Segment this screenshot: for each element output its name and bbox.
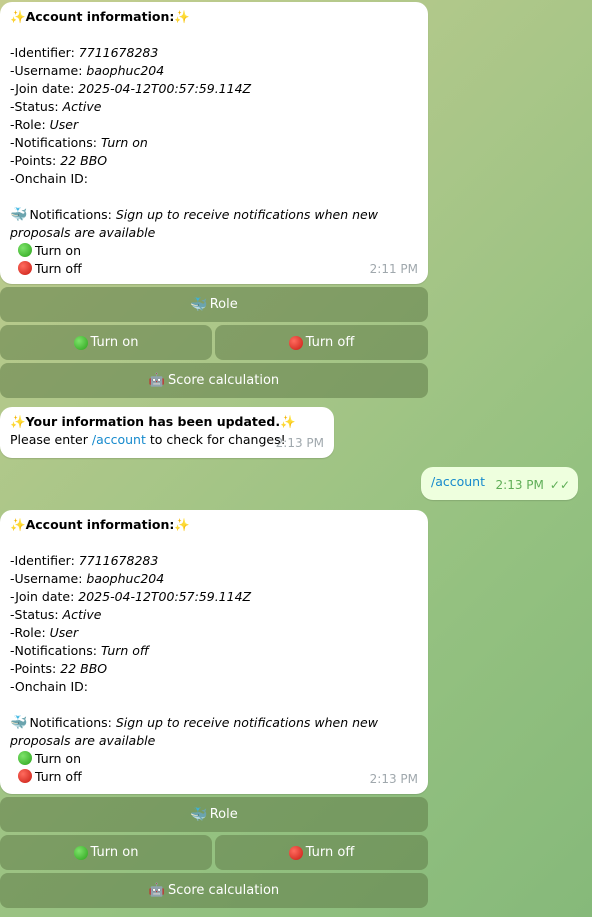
message-title: ✨Account information:✨ <box>10 9 190 24</box>
green-circle-icon <box>17 243 32 257</box>
message-time: 2:13 PM ✓✓ <box>495 478 570 492</box>
whale-icon: 🐳 <box>10 715 28 731</box>
notification-prompt: 🐳 Notifications: Sign up to receive notif… <box>10 207 382 240</box>
join-date-line: -Join date: 2025-04-12T00:57:59.114Z <box>10 589 252 604</box>
points-line: -Points: 22 BBO <box>10 661 108 676</box>
role-button[interactable]: 🐳 Role <box>0 287 428 322</box>
message-account-info-2: ✨Account information:✨ -Identifier: 7711… <box>0 510 428 794</box>
message-time: 2:11 PM <box>369 262 418 276</box>
identifier-line: -Identifier: 7711678283 <box>10 45 159 60</box>
status-line: -Status: Active <box>10 99 102 114</box>
red-circle-icon <box>288 845 303 860</box>
turn-off-button[interactable]: Turn off <box>215 325 428 360</box>
role-line: -Role: User <box>10 117 79 132</box>
whale-icon: 🐳 <box>10 207 28 223</box>
onchain-line: -Onchain ID: <box>10 679 88 694</box>
option-turn-off: Turn off <box>10 768 418 786</box>
turn-off-button[interactable]: Turn off <box>215 835 428 870</box>
red-circle-icon <box>17 261 32 275</box>
points-line: -Points: 22 BBO <box>10 153 108 168</box>
red-circle-icon <box>288 335 303 350</box>
whale-icon: 🐳 <box>190 296 208 313</box>
role-line: -Role: User <box>10 625 79 640</box>
message-updated: ✨Your information has been updated.✨ Ple… <box>0 407 334 458</box>
sparkle-icon: ✨ <box>10 517 26 532</box>
notification-prompt: 🐳 Notifications: Sign up to receive notif… <box>10 715 382 748</box>
option-turn-off: Turn off <box>10 260 418 278</box>
inline-keyboard-1: 🐳 Role Turn on Turn off 🤖 Score calculatio… <box>0 287 428 399</box>
status-line: -Status: Active <box>10 607 102 622</box>
message-outgoing-account: /account 2:13 PM ✓✓ <box>421 467 578 500</box>
double-check-icon: ✓✓ <box>549 478 570 492</box>
chat-area: ✨Account information:✨ -Identifier: 7711… <box>0 0 592 917</box>
username-line: -Username: baophuc204 <box>10 63 165 78</box>
whale-icon: 🐳 <box>190 806 208 823</box>
turn-on-button[interactable]: Turn on <box>0 325 212 360</box>
score-calculation-button[interactable]: 🤖 Score calculation <box>0 363 428 398</box>
message-title: ✨Your information has been updated.✨ <box>10 414 296 429</box>
green-circle-icon <box>73 845 88 860</box>
turn-on-button[interactable]: Turn on <box>0 835 212 870</box>
join-date-line: -Join date: 2025-04-12T00:57:59.114Z <box>10 81 252 96</box>
account-command-link[interactable]: /account <box>92 432 146 447</box>
message-time: 2:13 PM <box>275 436 324 450</box>
identifier-line: -Identifier: 7711678283 <box>10 553 159 568</box>
role-button[interactable]: 🐳 Role <box>0 797 428 832</box>
red-circle-icon <box>17 769 32 783</box>
username-line: -Username: baophuc204 <box>10 571 165 586</box>
account-command-link[interactable]: /account <box>431 474 485 489</box>
sparkle-icon: ✨ <box>10 9 26 24</box>
sparkle-icon: ✨ <box>174 517 190 532</box>
green-circle-icon <box>73 335 88 350</box>
message-title: ✨Account information:✨ <box>10 517 190 532</box>
message-time: 2:13 PM <box>369 772 418 786</box>
option-turn-on: Turn on <box>10 242 418 260</box>
inline-keyboard-2: 🐳 Role Turn on Turn off 🤖 Score calculatio… <box>0 797 428 909</box>
robot-icon: 🤖 <box>148 883 166 898</box>
sparkle-icon: ✨ <box>10 414 26 429</box>
sparkle-icon: ✨ <box>174 9 190 24</box>
notifications-line: -Notifications: Turn on <box>10 135 148 150</box>
green-circle-icon <box>17 751 32 765</box>
onchain-line: -Onchain ID: <box>10 171 88 186</box>
message-account-info-1: ✨Account information:✨ -Identifier: 7711… <box>0 2 428 284</box>
option-turn-on: Turn on <box>10 750 418 768</box>
notifications-line: -Notifications: Turn off <box>10 643 149 658</box>
sparkle-icon: ✨ <box>280 414 296 429</box>
score-calculation-button[interactable]: 🤖 Score calculation <box>0 873 428 908</box>
robot-icon: 🤖 <box>148 373 166 388</box>
